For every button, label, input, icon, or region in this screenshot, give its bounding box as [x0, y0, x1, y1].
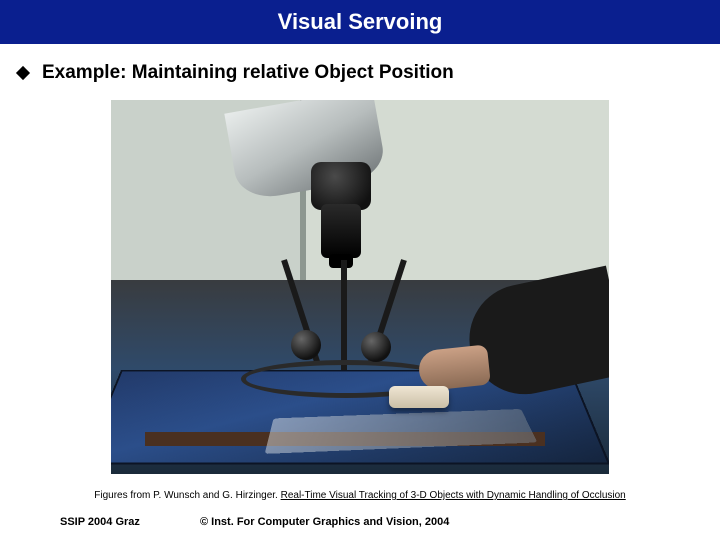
slide-title: Visual Servoing	[278, 9, 443, 35]
human-hand	[417, 344, 491, 391]
gripper-wheel	[291, 330, 321, 360]
robot-joint	[311, 162, 371, 210]
robot-camera	[321, 204, 361, 258]
figure-caption: Figures from P. Wunsch and G. Hirzinger.…	[0, 490, 720, 501]
footer: SSIP 2004 Graz © Inst. For Computer Grap…	[0, 516, 720, 528]
footer-right: © Inst. For Computer Graphics and Vision…	[200, 516, 449, 528]
bullet-text: Example: Maintaining relative Object Pos…	[42, 62, 454, 84]
title-bar: Visual Servoing	[0, 0, 720, 44]
footer-left: SSIP 2004 Graz	[60, 516, 200, 528]
bullet-row: Example: Maintaining relative Object Pos…	[18, 62, 720, 84]
tracked-object	[389, 386, 449, 408]
figure-container	[0, 100, 720, 474]
diamond-bullet-icon	[16, 66, 30, 80]
figure-image	[111, 100, 609, 474]
caption-citation-link: Real-Time Visual Tracking of 3-D Objects…	[281, 490, 626, 501]
gripper-wheel	[361, 332, 391, 362]
caption-prefix: Figures from P. Wunsch and G. Hirzinger.	[94, 490, 280, 501]
gripper-strut	[341, 260, 347, 370]
slide: Visual Servoing Example: Maintaining rel…	[0, 0, 720, 540]
